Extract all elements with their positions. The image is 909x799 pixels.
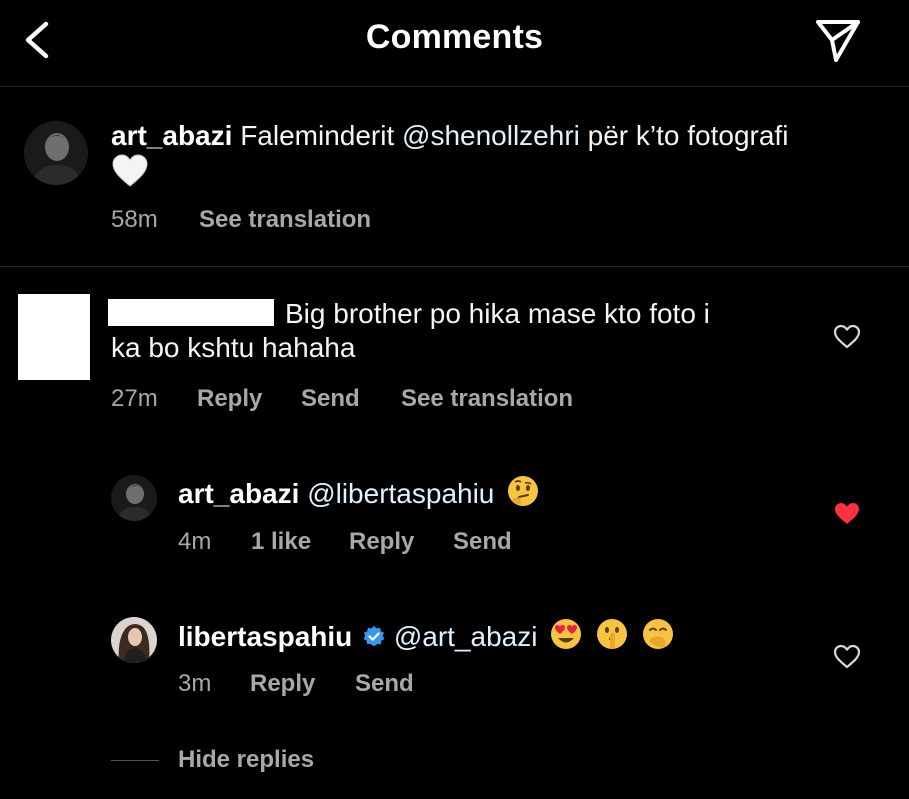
redacted-avatar <box>18 294 90 380</box>
caption-body: Faleminderit <box>240 120 395 151</box>
reply-username[interactable]: libertaspahiu <box>178 621 352 652</box>
heart-eyes-emoji <box>549 617 583 659</box>
reply-text: art_abazi @libertaspahiu <box>178 474 540 516</box>
header-divider <box>0 86 909 87</box>
reply-reply-button[interactable]: Reply <box>349 528 414 556</box>
comment-text-line2: ka bo kshtu hahaha <box>111 332 356 363</box>
shushing-face-emoji <box>595 617 629 659</box>
caption-body-end: për k’to fotografi <box>587 120 789 151</box>
caption-time: 58m <box>111 206 158 233</box>
caption-username[interactable]: art_abazi <box>111 120 232 151</box>
reply-reply-button[interactable]: Reply <box>250 670 315 698</box>
comment-time: 27m <box>111 385 158 412</box>
reply-like-button[interactable] <box>833 501 861 527</box>
reply-send-button[interactable]: Send <box>355 670 414 698</box>
comment-like-button[interactable] <box>833 324 861 350</box>
face-with-hand-over-mouth-emoji <box>641 617 675 659</box>
redacted-username <box>108 299 274 326</box>
comment-send-button[interactable]: Send <box>301 385 360 413</box>
reply-username[interactable]: art_abazi <box>178 478 299 509</box>
avatar[interactable] <box>24 121 88 185</box>
avatar-art-abazi-image <box>24 121 88 185</box>
avatar-libertaspahiu-image <box>111 617 157 663</box>
white-heart-emoji <box>111 153 149 189</box>
thinking-face-emoji <box>506 474 540 516</box>
caption-text: art_abazi Faleminderit @shenollzehri për… <box>111 119 881 153</box>
heart-outline-icon <box>833 324 861 349</box>
reply-mention[interactable]: @art_abazi <box>394 621 538 652</box>
comment-see-translation-button[interactable]: See translation <box>401 385 573 413</box>
heart-outline-icon <box>833 644 861 669</box>
comment-text-line1: Big brother po hika mase kto foto i <box>285 298 710 329</box>
reply-time: 4m <box>178 528 212 555</box>
reply-mention[interactable]: @libertaspahiu <box>307 478 494 509</box>
paper-plane-icon <box>816 20 860 62</box>
page-title: Comments <box>365 18 544 56</box>
hide-replies-button[interactable]: Hide replies <box>178 746 314 774</box>
avatar-art-abazi-image <box>111 475 157 521</box>
reply-likes-button[interactable]: 1 like <box>251 528 311 556</box>
reply-send-button[interactable]: Send <box>453 528 512 556</box>
reply-text: libertaspahiu @art_abazi <box>178 617 675 659</box>
caption-see-translation-button[interactable]: See translation <box>199 206 371 234</box>
comment-reply-button[interactable]: Reply <box>197 385 262 413</box>
hide-replies-line <box>111 760 159 761</box>
reply-time: 3m <box>178 670 212 697</box>
share-button[interactable] <box>812 14 864 66</box>
verified-badge-icon <box>362 623 386 657</box>
caption-divider <box>0 266 909 267</box>
caption-mention[interactable]: @shenollzehri <box>402 120 580 151</box>
heart-filled-icon <box>835 503 859 524</box>
avatar[interactable] <box>111 617 157 663</box>
avatar[interactable] <box>111 475 157 521</box>
reply-like-button[interactable] <box>833 644 861 670</box>
